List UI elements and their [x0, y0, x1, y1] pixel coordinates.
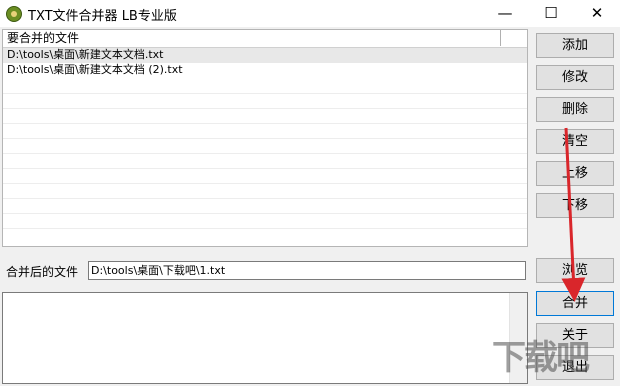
close-button[interactable]: ✕ [574, 0, 620, 27]
grid-line [3, 138, 527, 139]
output-file-label: 合并后的文件 [6, 265, 79, 279]
watermark: 下载吧 [492, 338, 590, 378]
app-icon [6, 6, 22, 22]
log-textarea[interactable] [2, 292, 528, 384]
grid-line [3, 228, 527, 229]
delete-button[interactable]: 删除 [536, 97, 614, 122]
file-list[interactable]: 要合并的文件 D:\tools\桌面\新建文本文档.txt D:\tools\桌… [2, 29, 528, 247]
grid-line [3, 153, 527, 154]
clear-button[interactable]: 清空 [536, 129, 614, 154]
grid-line [3, 123, 527, 124]
grid-line [3, 93, 527, 94]
list-item[interactable]: D:\tools\桌面\新建文本文档 (2).txt [7, 63, 183, 77]
grid-line [3, 183, 527, 184]
maximize-button[interactable]: ☐ [528, 0, 574, 27]
window-title: TXT文件合并器 LB专业版 [28, 9, 177, 24]
grid-line [3, 213, 527, 214]
browse-button[interactable]: 浏览 [536, 258, 614, 283]
merge-button[interactable]: 合并 [536, 291, 614, 316]
output-file-field[interactable]: D:\tools\桌面\下载吧\1.txt [88, 261, 526, 280]
minimize-button[interactable]: — [482, 0, 528, 27]
move-down-button[interactable]: 下移 [536, 193, 614, 218]
grid-line [3, 108, 527, 109]
add-button[interactable]: 添加 [536, 33, 614, 58]
move-up-button[interactable]: 上移 [536, 161, 614, 186]
grid-line [3, 168, 527, 169]
title-bar: TXT文件合并器 LB专业版 — ☐ ✕ [0, 0, 620, 27]
list-item[interactable]: D:\tools\桌面\新建文本文档.txt [7, 48, 164, 62]
list-header: 要合并的文件 [3, 30, 527, 48]
grid-line [3, 198, 527, 199]
modify-button[interactable]: 修改 [536, 65, 614, 90]
column-header-files[interactable]: 要合并的文件 [3, 30, 501, 46]
